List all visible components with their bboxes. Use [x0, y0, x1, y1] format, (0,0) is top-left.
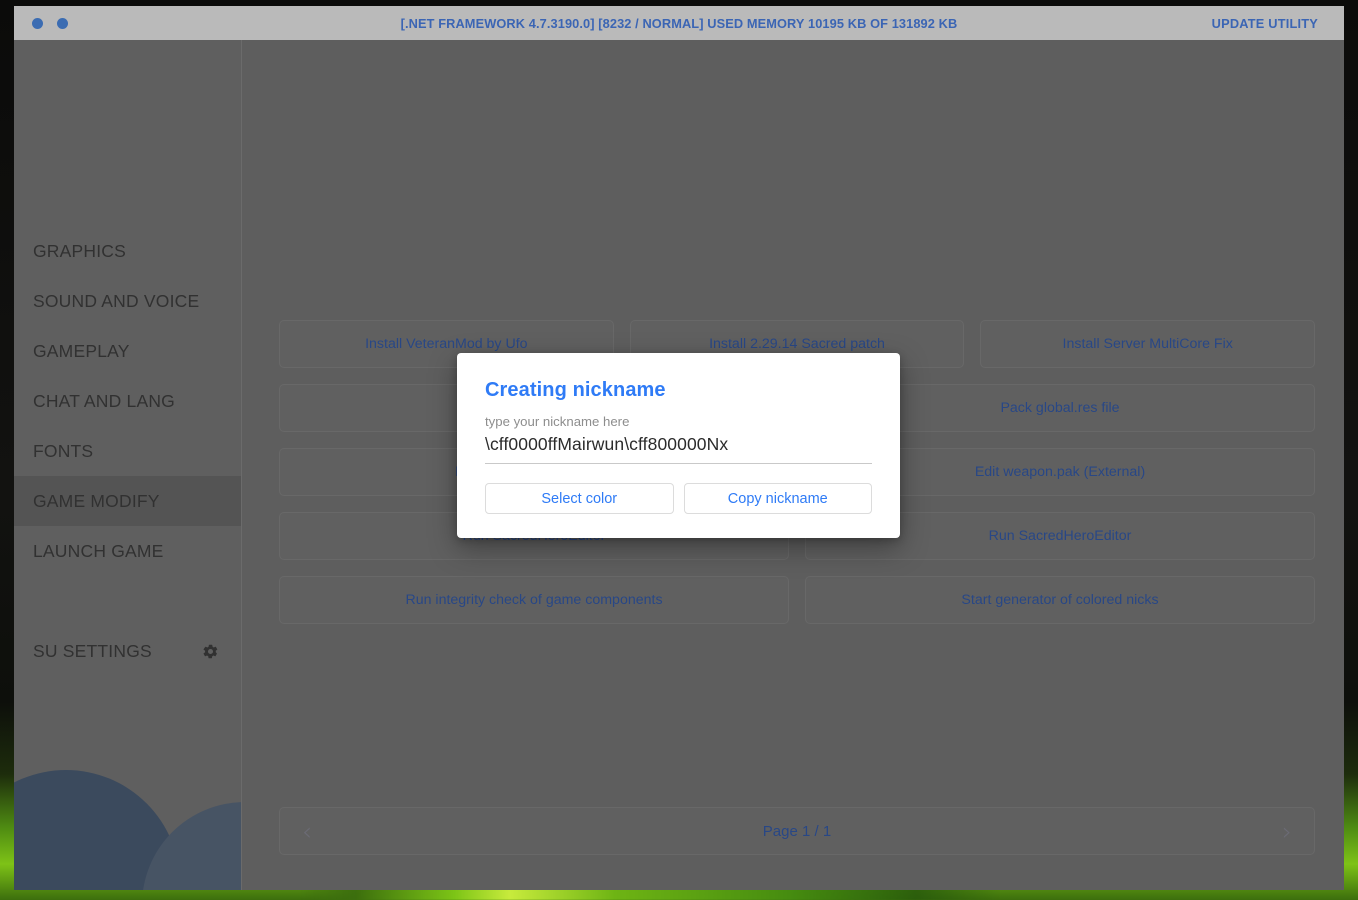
screen: [.NET FRAMEWORK 4.7.3190.0] [8232 / NORM… — [0, 0, 1358, 900]
nickname-input[interactable] — [485, 432, 872, 464]
select-color-button[interactable]: Select color — [485, 483, 674, 514]
nickname-field-label: type your nickname here — [485, 414, 630, 429]
dialog-title: Creating nickname — [485, 379, 666, 401]
dialog-actions: Select color Copy nickname — [485, 483, 872, 514]
copy-nickname-button[interactable]: Copy nickname — [683, 483, 872, 514]
creating-nickname-dialog: Creating nickname type your nickname her… — [457, 353, 900, 538]
app-window: [.NET FRAMEWORK 4.7.3190.0] [8232 / NORM… — [14, 6, 1344, 890]
